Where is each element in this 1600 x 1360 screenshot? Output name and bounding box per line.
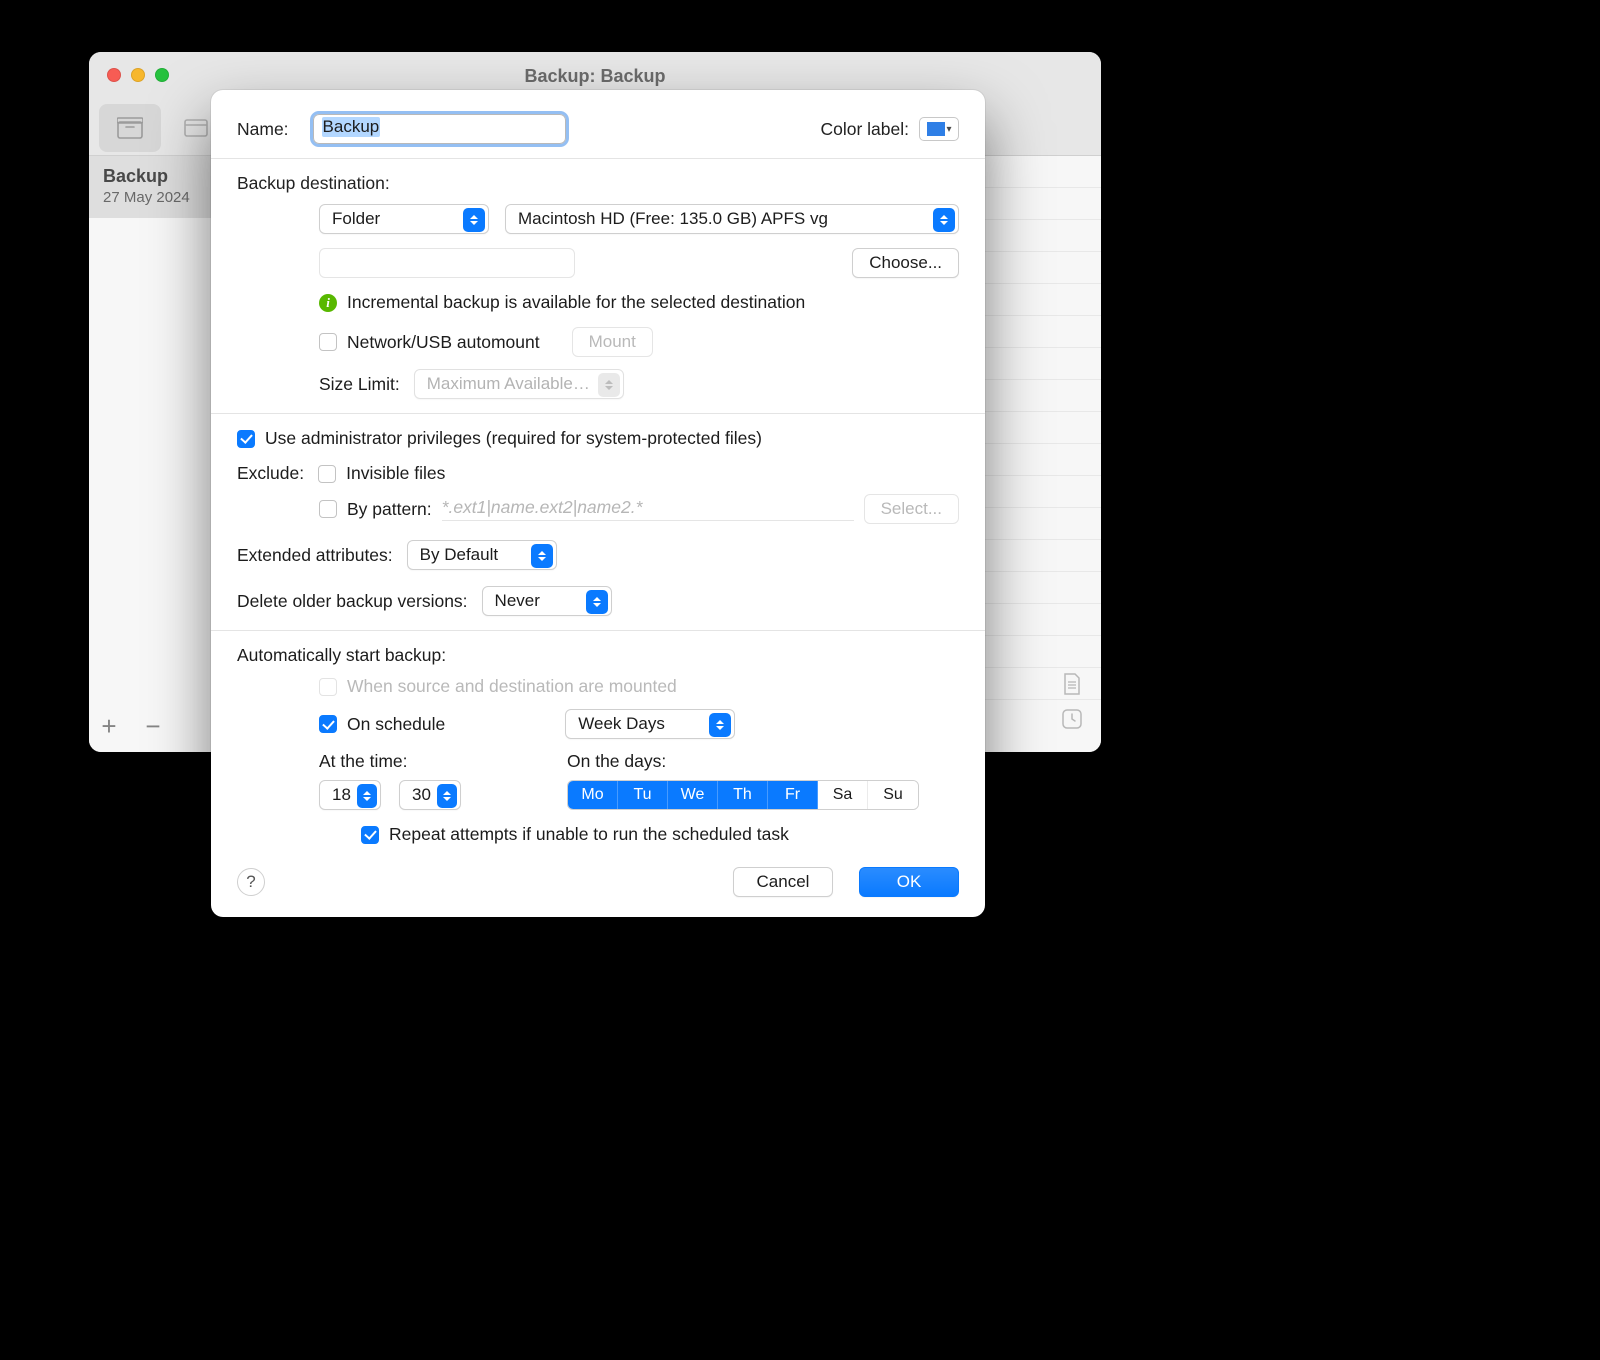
ext-attr-label: Extended attributes: <box>237 545 393 566</box>
ext-attr-select[interactable]: By Default <box>407 540 557 570</box>
exclude-select-button: Select... <box>864 494 959 524</box>
color-label-picker[interactable]: ▾ <box>919 117 959 141</box>
size-limit-select: Maximum Available… <box>414 369 624 399</box>
cancel-button[interactable]: Cancel <box>733 867 833 897</box>
on-days-label: On the days: <box>567 751 666 772</box>
info-icon: i <box>319 294 337 312</box>
tab-archive[interactable] <box>99 104 161 152</box>
on-schedule-label: On schedule <box>347 714 445 735</box>
incremental-note: Incremental backup is available for the … <box>347 292 805 313</box>
time-hour-stepper[interactable]: 18 <box>319 780 381 810</box>
ext-attr-value: By Default <box>420 545 498 565</box>
auto-start-heading: Automatically start backup: <box>237 645 446 666</box>
on-schedule-checkbox[interactable] <box>319 715 337 733</box>
at-time-label: At the time: <box>319 751 567 772</box>
destination-type-value: Folder <box>332 209 380 229</box>
repeat-attempts-checkbox[interactable] <box>361 826 379 844</box>
time-minute-stepper[interactable]: 30 <box>399 780 461 810</box>
color-swatch-icon <box>927 122 945 136</box>
admin-priv-label: Use administrator privileges (required f… <box>265 428 762 449</box>
mount-button: Mount <box>572 327 653 357</box>
day-th[interactable]: Th <box>718 781 768 809</box>
backup-settings-sheet: Name: Backup Color label: ▾ Backup desti… <box>211 90 985 917</box>
ok-button[interactable]: OK <box>859 867 959 897</box>
clock-icon[interactable] <box>1061 708 1083 730</box>
automount-label: Network/USB automount <box>347 332 540 353</box>
archive-box-icon <box>117 117 143 139</box>
color-label: Color label: <box>820 119 909 140</box>
repeat-attempts-label: Repeat attempts if unable to run the sch… <box>389 824 789 845</box>
day-we[interactable]: We <box>668 781 718 809</box>
admin-priv-checkbox[interactable] <box>237 430 255 448</box>
destination-path-field[interactable] <box>319 248 575 278</box>
name-field[interactable]: Backup <box>313 114 566 144</box>
day-sa[interactable]: Sa <box>818 781 868 809</box>
destination-volume-select[interactable]: Macintosh HD (Free: 135.0 GB) APFS vg <box>505 204 959 234</box>
delete-older-value: Never <box>495 591 540 611</box>
days-segmented[interactable]: MoTuWeThFrSaSu <box>567 780 919 810</box>
time-minute-value: 30 <box>412 785 431 805</box>
exclude-pattern-field[interactable]: *.ext1|name.ext2|name2.* <box>442 497 854 521</box>
name-label: Name: <box>237 119 289 140</box>
when-mounted-label: When source and destination are mounted <box>347 676 677 697</box>
choose-destination-button[interactable]: Choose... <box>852 248 959 278</box>
exclude-label: Exclude: <box>237 463 304 484</box>
destination-heading: Backup destination: <box>237 173 390 194</box>
delete-older-label: Delete older backup versions: <box>237 591 468 612</box>
day-su[interactable]: Su <box>868 781 918 809</box>
exclude-pattern-checkbox[interactable] <box>319 500 337 518</box>
window-title: Backup: Backup <box>89 66 1101 87</box>
destination-volume-value: Macintosh HD (Free: 135.0 GB) APFS vg <box>518 209 828 229</box>
time-hour-value: 18 <box>332 785 351 805</box>
add-button[interactable]: + <box>97 711 121 742</box>
exclude-invisible-label: Invisible files <box>346 463 445 484</box>
chevron-down-icon: ▾ <box>947 124 952 135</box>
exclude-invisible-checkbox[interactable] <box>318 465 336 483</box>
size-limit-value: Maximum Available… <box>427 374 590 394</box>
when-mounted-checkbox <box>319 678 337 696</box>
exclude-pattern-label: By pattern: <box>347 499 432 520</box>
projects-icon <box>183 117 209 139</box>
day-fr[interactable]: Fr <box>768 781 818 809</box>
schedule-type-value: Week Days <box>578 714 665 734</box>
automount-checkbox[interactable] <box>319 333 337 351</box>
document-icon[interactable] <box>1061 672 1083 696</box>
day-tu[interactable]: Tu <box>618 781 668 809</box>
schedule-type-select[interactable]: Week Days <box>565 709 735 739</box>
size-limit-label: Size Limit: <box>319 374 400 395</box>
day-mo[interactable]: Mo <box>568 781 618 809</box>
help-button[interactable]: ? <box>237 868 265 896</box>
delete-older-select[interactable]: Never <box>482 586 612 616</box>
destination-type-select[interactable]: Folder <box>319 204 489 234</box>
remove-button[interactable]: − <box>141 711 165 742</box>
name-value: Backup <box>322 117 381 137</box>
